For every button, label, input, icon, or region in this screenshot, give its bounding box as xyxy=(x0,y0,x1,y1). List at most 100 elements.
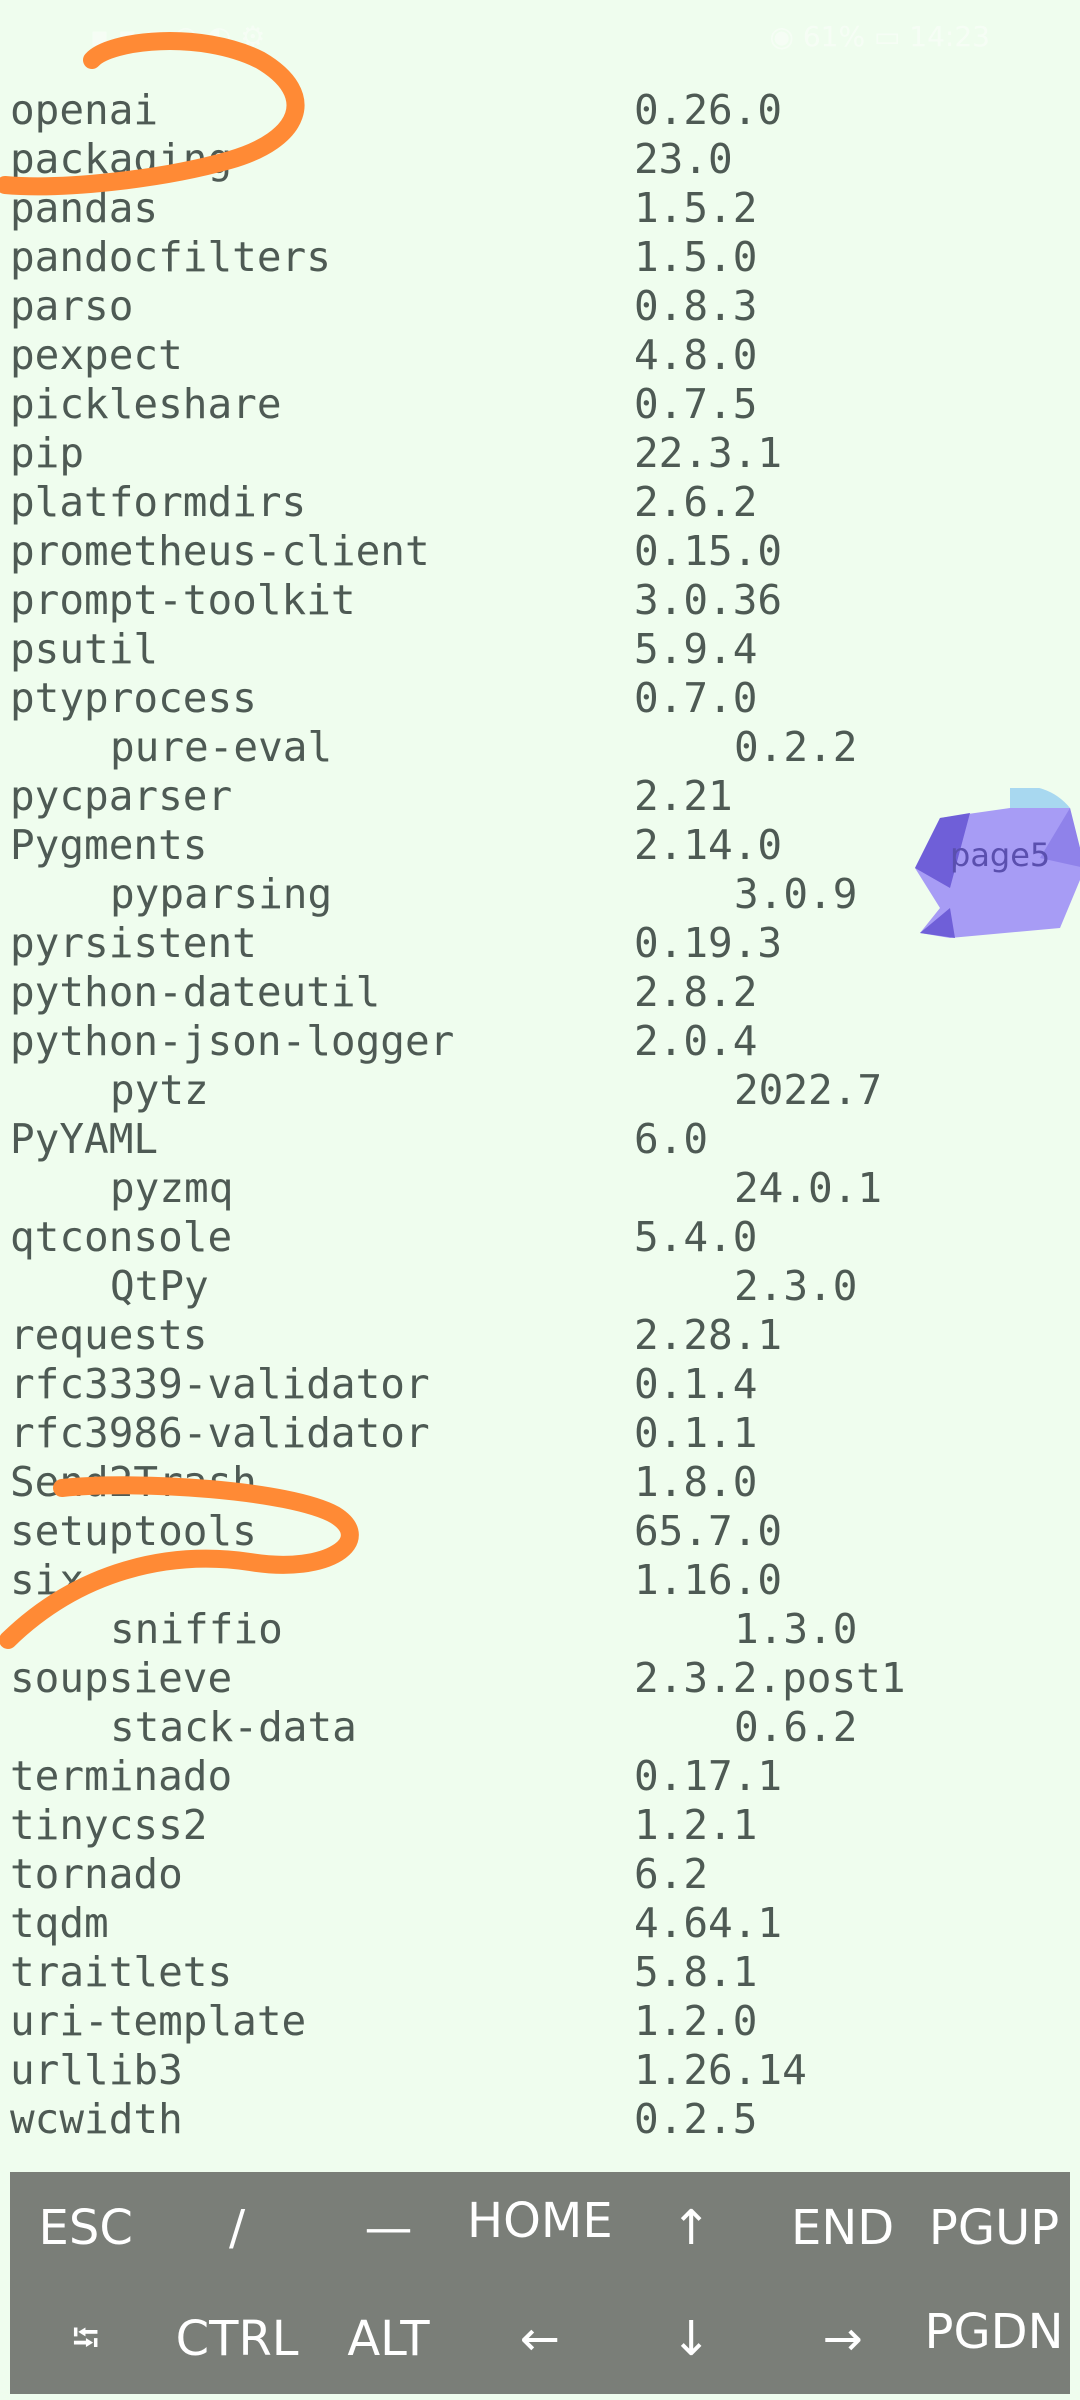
package-row: tornado 6.2 xyxy=(10,1850,1074,1899)
arrow-right-icon[interactable]: → xyxy=(767,2283,918,2394)
package-version: 1.16.0 xyxy=(634,1556,783,1604)
package-name: pandocfilters xyxy=(10,233,331,281)
key-dash-button[interactable]: / xyxy=(161,2172,312,2283)
package-version: 2.8.2 xyxy=(634,968,758,1016)
package-version: 0.8.3 xyxy=(634,282,758,330)
package-name: pytz xyxy=(110,1066,209,1114)
key-end-button[interactable]: END xyxy=(767,2172,918,2283)
key-ctrl-button[interactable]: CTRL xyxy=(161,2283,312,2394)
package-row: PyYAML 6.0 xyxy=(10,1115,1074,1164)
package-row: parso 0.8.3 xyxy=(10,282,1074,331)
package-name: prompt-toolkit xyxy=(10,576,356,624)
package-version: 6.2 xyxy=(634,1850,709,1898)
package-version: 2.3.0 xyxy=(734,1262,858,1310)
package-row: prometheus-client 0.15.0 xyxy=(10,527,1074,576)
package-name: prometheus-client xyxy=(10,527,430,575)
package-version: 0.7.5 xyxy=(634,380,758,428)
package-version: 1.2.0 xyxy=(634,1997,758,2045)
package-row: uri-template 1.2.0 xyxy=(10,1997,1074,2046)
package-row: pickleshare 0.7.5 xyxy=(10,380,1074,429)
package-name: pip xyxy=(10,429,85,477)
package-row: Send2Trash 1.8.0 xyxy=(10,1458,1074,1507)
package-name: pycparser xyxy=(10,772,233,820)
package-row: rfc3339-validator 0.1.4 xyxy=(10,1360,1074,1409)
package-row: platformdirs 2.6.2 xyxy=(10,478,1074,527)
package-row: pure-eval 0.2.2 xyxy=(10,723,1074,772)
package-name: PyYAML xyxy=(10,1115,159,1163)
status-icons-left: ▪ ▪ ▪ ◎ ◐ ⚙ xyxy=(90,20,266,53)
package-name: pandas xyxy=(10,184,159,232)
package-version: 0.1.4 xyxy=(634,1360,758,1408)
extra-keys-row-2: ⭾ CTRL ALT ← ↓ → PGDN xyxy=(10,2283,1070,2394)
package-row: sniffio 1.3.0 xyxy=(10,1605,1074,1654)
package-version: 0.17.1 xyxy=(634,1752,783,1800)
key-pgdn-button[interactable]: PGDN xyxy=(918,2283,1069,2394)
package-name: Send2Trash xyxy=(10,1458,257,1506)
package-name: pexpect xyxy=(10,331,183,379)
package-version: 4.8.0 xyxy=(634,331,758,379)
package-name: six xyxy=(10,1556,85,1604)
key-pgup-button[interactable]: PGUP xyxy=(918,2172,1069,2283)
package-version: 0.1.1 xyxy=(634,1409,758,1457)
package-version: 2.28.1 xyxy=(634,1311,783,1359)
package-name: QtPy xyxy=(110,1262,209,1310)
package-version: 2022.7 xyxy=(734,1066,883,1114)
package-row: terminado 0.17.1 xyxy=(10,1752,1074,1801)
package-version: 1.3.0 xyxy=(734,1605,858,1653)
tab-icon[interactable]: ⭾ xyxy=(10,2283,161,2394)
package-version: 6.0 xyxy=(634,1115,709,1163)
package-version: 1.5.2 xyxy=(634,184,758,232)
package-version: 1.2.1 xyxy=(634,1801,758,1849)
key-esc-button[interactable]: ESC xyxy=(10,2172,161,2283)
package-row: soupsieve 2.3.2.post1 xyxy=(10,1654,1074,1703)
package-name: tornado xyxy=(10,1850,183,1898)
package-name: pyparsing xyxy=(110,870,333,918)
key-home-button[interactable]: HOME xyxy=(464,2172,615,2283)
floating-page-bubble[interactable]: page5 xyxy=(910,786,1080,938)
package-version: 0.6.2 xyxy=(734,1703,858,1751)
package-name: uri-template xyxy=(10,1997,307,2045)
package-version: 2.0.4 xyxy=(634,1017,758,1065)
package-name: setuptools xyxy=(10,1507,257,1555)
key-alt-button[interactable]: ALT xyxy=(313,2283,464,2394)
package-row: traitlets 5.8.1 xyxy=(10,1948,1074,1997)
arrow-up-icon[interactable]: ↑ xyxy=(616,2172,767,2283)
package-name: openai xyxy=(10,86,159,134)
package-version: 1.5.0 xyxy=(634,233,758,281)
package-row: urllib3 1.26.14 xyxy=(10,2046,1074,2095)
package-name: pure-eval xyxy=(110,723,333,771)
package-name: psutil xyxy=(10,625,159,673)
package-version: 5.9.4 xyxy=(634,625,758,673)
package-name: rfc3339-validator xyxy=(10,1360,430,1408)
package-row: six 1.16.0 xyxy=(10,1556,1074,1605)
package-name: qtconsole xyxy=(10,1213,233,1261)
package-row: pandas 1.5.2 xyxy=(10,184,1074,233)
package-name: python-dateutil xyxy=(10,968,381,1016)
package-row: pytz 2022.7 xyxy=(10,1066,1074,1115)
package-row: python-json-logger 2.0.4 xyxy=(10,1017,1074,1066)
package-version: 0.7.0 xyxy=(634,674,758,722)
package-name: wcwidth xyxy=(10,2095,183,2143)
package-name: tqdm xyxy=(10,1899,109,1947)
arrow-down-icon[interactable]: ↓ xyxy=(616,2283,767,2394)
package-row: psutil 5.9.4 xyxy=(10,625,1074,674)
package-row: packaging 23.0 xyxy=(10,135,1074,184)
package-row: pip 22.3.1 xyxy=(10,429,1074,478)
package-name: pyrsistent xyxy=(10,919,257,967)
package-row: tqdm 4.64.1 xyxy=(10,1899,1074,1948)
arrow-left-icon[interactable]: ← xyxy=(464,2283,615,2394)
package-version: 1.26.14 xyxy=(634,2046,807,2094)
package-version: 0.2.2 xyxy=(734,723,858,771)
package-version: 22.3.1 xyxy=(634,429,783,477)
package-row: setuptools 65.7.0 xyxy=(10,1507,1074,1556)
package-row: tinycss2 1.2.1 xyxy=(10,1801,1074,1850)
package-name: python-json-logger xyxy=(10,1017,455,1065)
package-version: 5.4.0 xyxy=(634,1213,758,1261)
package-row: requests 2.28.1 xyxy=(10,1311,1074,1360)
package-name: sniffio xyxy=(110,1605,283,1653)
package-name: stack-data xyxy=(110,1703,357,1751)
key-dash-button[interactable]: — xyxy=(313,2172,464,2283)
terminal-output[interactable]: openai 0.26.0 packaging 23.0 pandas 1.5.2 pand… xyxy=(10,86,1074,2144)
package-name: terminado xyxy=(10,1752,233,1800)
package-row: python-dateutil 2.8.2 xyxy=(10,968,1074,1017)
